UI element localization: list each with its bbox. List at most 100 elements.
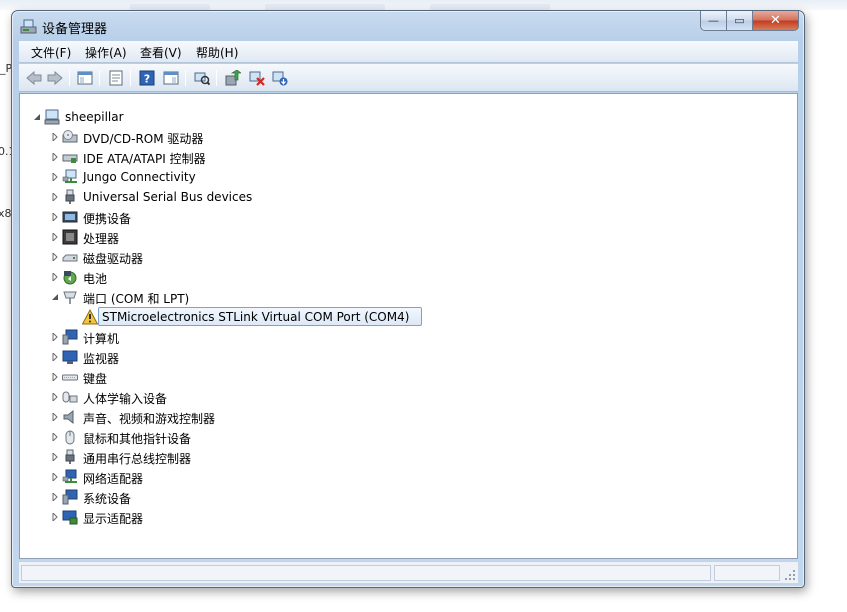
tree-node[interactable]: 监视器 xyxy=(20,347,220,367)
update-driver-icon xyxy=(225,70,241,86)
title-bar[interactable]: 设备管理器 — ▭ ✕ xyxy=(12,11,804,41)
tree-node[interactable]: 磁盘驱动器 xyxy=(20,247,220,267)
toolbar-separator xyxy=(69,70,70,86)
help-icon: ? xyxy=(139,70,155,86)
tree-node[interactable]: DVD/CD-ROM 驱动器 xyxy=(20,127,220,147)
expand-arrow-icon[interactable] xyxy=(51,173,59,181)
tree-node[interactable]: 便携设备 xyxy=(20,207,220,227)
tree-node-label: DVD/CD-ROM 驱动器 xyxy=(83,132,204,146)
computer-root-icon xyxy=(44,109,60,125)
background-window-strip xyxy=(0,0,847,10)
expand-arrow-icon[interactable] xyxy=(51,473,59,481)
maximize-button[interactable]: ▭ xyxy=(727,11,753,31)
usb-plug-icon xyxy=(65,449,75,464)
tree-node[interactable]: 键盘 xyxy=(20,367,220,387)
back-button[interactable] xyxy=(25,69,43,87)
menu-file[interactable]: 文件(F) xyxy=(31,44,71,61)
expand-arrow-icon[interactable] xyxy=(51,153,59,161)
tree-node-label: Universal Serial Bus devices xyxy=(83,190,253,204)
close-button[interactable]: ✕ xyxy=(753,11,799,31)
toolbar-separator xyxy=(130,70,131,86)
toolbar-separator xyxy=(99,70,100,86)
expand-arrow-icon[interactable] xyxy=(51,393,59,401)
expand-arrow-icon[interactable] xyxy=(51,453,59,461)
scan-hardware-button[interactable] xyxy=(193,69,211,87)
toolbar-separator xyxy=(216,70,217,86)
tree-node[interactable]: 显示适配器 xyxy=(20,507,220,527)
tree-node[interactable]: 鼠标和其他指针设备 xyxy=(20,427,220,447)
dvd-drive-icon xyxy=(62,130,78,143)
tree-node-label: 便携设备 xyxy=(83,212,132,226)
port-icon xyxy=(63,291,77,304)
menu-view[interactable]: 查看(V) xyxy=(140,44,182,61)
disable-device-icon xyxy=(249,71,265,86)
expand-arrow-icon[interactable] xyxy=(51,433,59,441)
expand-arrow-icon[interactable] xyxy=(51,413,59,421)
device-manager-window: 设备管理器 — ▭ ✕ 文件(F) 操作(A) 查看(V) 帮助(H) ? sh… xyxy=(11,10,805,588)
forward-button[interactable] xyxy=(46,69,64,87)
network-device-icon xyxy=(62,169,77,183)
tree-node[interactable]: 声音、视频和游戏控制器 xyxy=(20,407,240,427)
display-adapter-icon xyxy=(62,510,78,525)
tree-node[interactable]: Universal Serial Bus devices xyxy=(20,187,260,207)
properties-button[interactable] xyxy=(107,69,125,87)
monitor-icon xyxy=(62,350,78,364)
tree-node-label: 通用串行总线控制器 xyxy=(83,452,192,466)
tree-node[interactable]: 网络适配器 xyxy=(20,467,220,487)
forward-icon xyxy=(47,71,63,85)
expand-arrow-icon[interactable] xyxy=(51,133,59,141)
device-tree[interactable]: sheepillar DVD/CD-ROM 驱动器 IDE ATA/ATAPI … xyxy=(19,93,798,559)
tree-node-expanded[interactable]: 端口 (COM 和 LPT) xyxy=(20,287,220,307)
minimize-button[interactable]: — xyxy=(700,11,727,31)
expand-arrow-icon[interactable] xyxy=(51,513,59,521)
tree-child-device[interactable]: STMicroelectronics STLink Virtual COM Po… xyxy=(20,307,422,327)
collapse-arrow-icon[interactable] xyxy=(51,293,59,301)
system-device-icon xyxy=(62,489,78,505)
back-icon xyxy=(26,71,42,85)
expand-arrow-icon[interactable] xyxy=(51,193,59,201)
tree-node[interactable]: Jungo Connectivity xyxy=(20,167,220,187)
tree-node[interactable]: IDE ATA/ATAPI 控制器 xyxy=(20,147,220,167)
tree-node[interactable]: 人体学输入设备 xyxy=(20,387,220,407)
tree-node-label: 系统设备 xyxy=(83,492,132,506)
tree-node[interactable]: 通用串行总线控制器 xyxy=(20,447,220,467)
tree-node[interactable]: 电池 xyxy=(20,267,220,287)
expand-arrow-icon[interactable] xyxy=(51,233,59,241)
toolbar-separator xyxy=(185,70,186,86)
tree-node-label: 磁盘驱动器 xyxy=(83,252,144,266)
tree-node[interactable]: 处理器 xyxy=(20,227,220,247)
uninstall-device-icon xyxy=(272,71,288,86)
update-driver-button[interactable] xyxy=(224,69,242,87)
uninstall-device-button[interactable] xyxy=(271,69,289,87)
expand-arrow-icon[interactable] xyxy=(51,273,59,281)
expand-arrow-icon[interactable] xyxy=(51,253,59,261)
expand-arrow-icon[interactable] xyxy=(51,493,59,501)
tree-node-label: 网络适配器 xyxy=(83,472,144,486)
background-text-fragment: x8 xyxy=(0,207,12,220)
show-hide-console-tree-icon xyxy=(77,71,93,85)
action-pane-button[interactable] xyxy=(162,69,180,87)
disable-device-button[interactable] xyxy=(248,69,266,87)
expand-arrow-icon[interactable] xyxy=(51,333,59,341)
collapse-arrow-icon[interactable] xyxy=(33,113,41,121)
help-button[interactable]: ? xyxy=(138,69,156,87)
ide-controller-icon xyxy=(62,154,78,163)
window-controls: — ▭ ✕ xyxy=(700,11,799,31)
expand-arrow-icon[interactable] xyxy=(51,353,59,361)
resize-grip-icon[interactable] xyxy=(784,569,796,581)
expand-arrow-icon[interactable] xyxy=(51,213,59,221)
tree-node-label: 键盘 xyxy=(83,372,108,386)
console-tree-button[interactable] xyxy=(76,69,94,87)
menu-help[interactable]: 帮助(H) xyxy=(196,44,238,61)
tree-node[interactable]: 系统设备 xyxy=(20,487,220,507)
tree-node[interactable]: 计算机 xyxy=(20,327,220,347)
menu-action[interactable]: 操作(A) xyxy=(85,44,127,61)
tree-node-label: 处理器 xyxy=(83,232,120,246)
mouse-icon xyxy=(65,430,75,445)
tree-node-label: IDE ATA/ATAPI 控制器 xyxy=(83,152,206,166)
tree-root[interactable]: sheepillar xyxy=(20,107,140,127)
svg-text:?: ? xyxy=(144,73,150,86)
expand-arrow-icon[interactable] xyxy=(51,373,59,381)
hid-icon xyxy=(62,391,78,403)
tree-root-label: sheepillar xyxy=(65,110,124,124)
